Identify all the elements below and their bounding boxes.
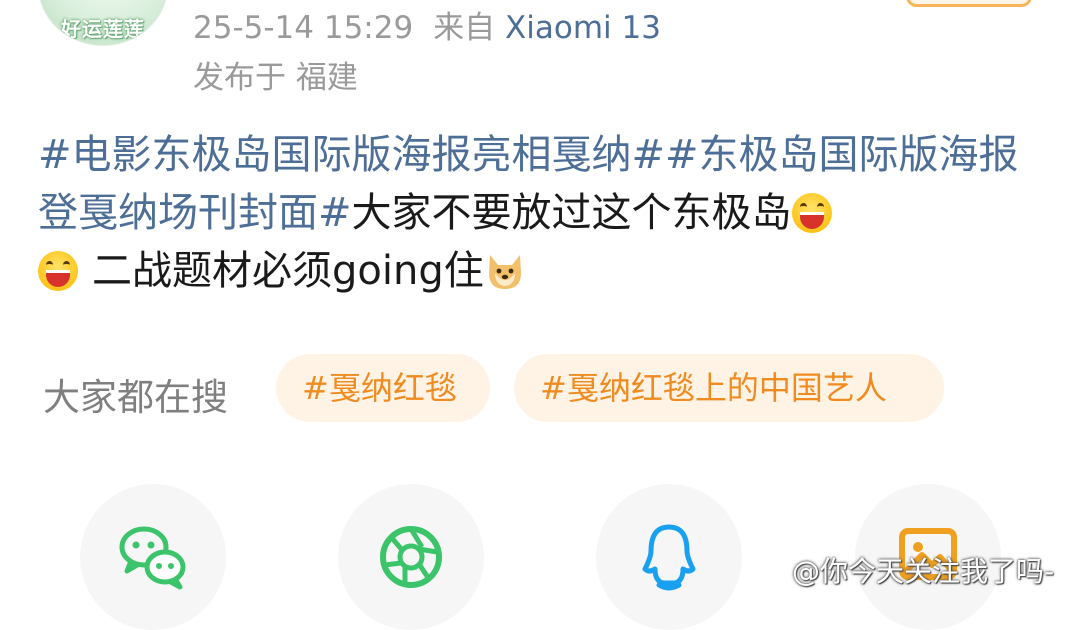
qq-icon	[642, 524, 696, 591]
avatar-caption: 好运莲莲	[61, 17, 145, 41]
wechat-icon	[119, 526, 186, 590]
post-location: 发布于 福建	[193, 60, 358, 96]
watermark-text: @你今天关注我了吗-	[792, 555, 1055, 588]
post-text: 二战题材必须going住	[92, 248, 484, 294]
follow-button[interactable]	[906, 0, 1032, 7]
hot-search-chip[interactable]: #戛纳红毯上的中国艺人	[514, 354, 944, 422]
weibo-watermark: @你今天关注我了吗-	[752, 550, 1054, 590]
topic-link[interactable]: #电影东极岛国际版海报亮相戛纳#	[38, 132, 665, 178]
post-text: 大家不要放过这个东极岛	[351, 190, 792, 236]
share-qq-button[interactable]	[596, 484, 742, 630]
share-wechat-button[interactable]	[80, 484, 226, 630]
share-moments-button[interactable]	[338, 484, 484, 630]
device-source[interactable]: Xiaomi 13	[505, 10, 661, 46]
post-content: #电影东极岛国际版海报亮相戛纳##东极岛国际版海报登戛纳场刊封面#大家不要放过这…	[38, 126, 1038, 300]
source-prefix: 来自	[433, 10, 496, 46]
weibo-logo-icon	[754, 559, 791, 585]
laugh-emoji-icon	[38, 251, 78, 291]
laugh-emoji-icon	[791, 193, 832, 233]
timestamp: 25-5-14 15:29	[193, 10, 414, 46]
hot-search-chip[interactable]: #戛纳红毯	[276, 354, 490, 422]
hot-search-label: 大家都在搜	[43, 376, 228, 419]
post-meta: 25-5-14 15:29 来自 Xiaomi 13	[193, 2, 661, 47]
avatar[interactable]: 好运莲莲	[38, 0, 168, 46]
moments-icon	[380, 526, 442, 588]
doge-emoji-icon	[484, 249, 526, 289]
